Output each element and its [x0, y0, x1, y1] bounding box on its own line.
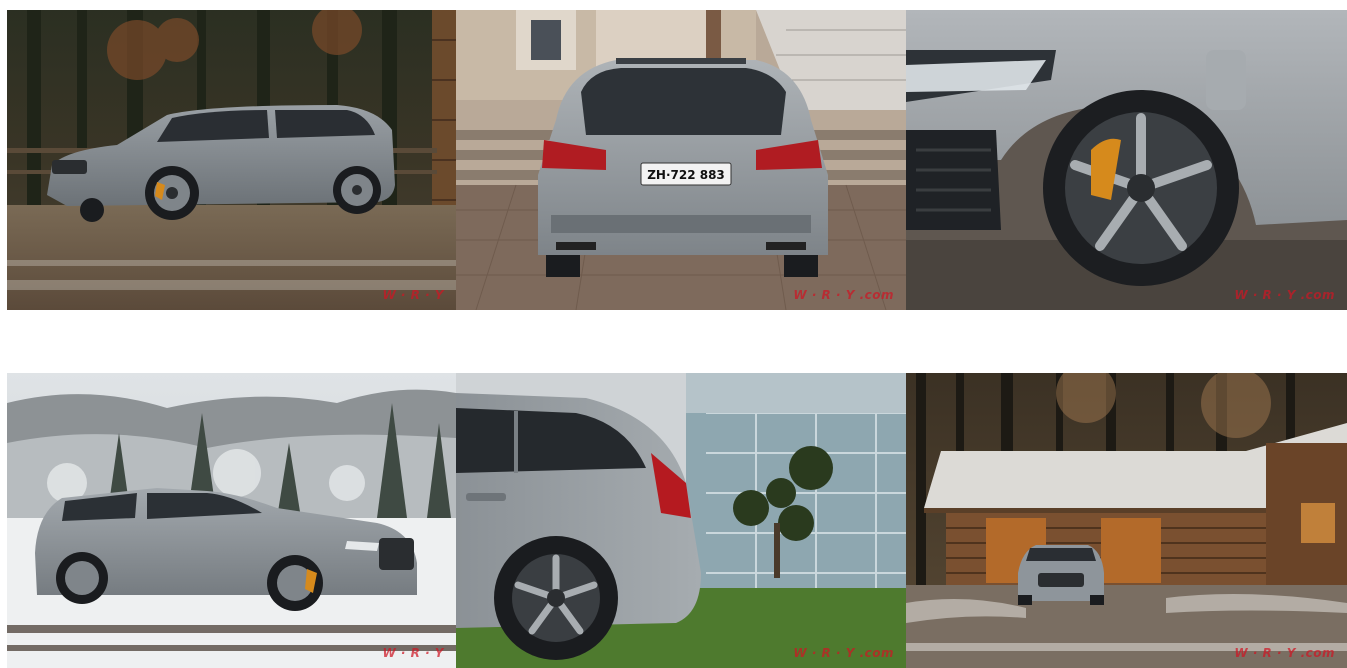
gallery-photo-3[interactable]: W · R · Y .com	[906, 10, 1347, 310]
gallery-photo-1[interactable]: W · R · Y	[7, 10, 456, 310]
gallery-photo-6[interactable]: W · R · Y .com	[906, 373, 1347, 668]
car-photo-glass-building	[456, 373, 906, 668]
license-plate: ZH·722 883	[647, 168, 725, 182]
photo-gallery: W · R · Y ZH·722 883 W · R · Y .com W · …	[0, 0, 1347, 668]
gallery-photo-4[interactable]: W · R · Y	[7, 373, 456, 668]
gallery-photo-5[interactable]: W · R · Y .com	[456, 373, 906, 668]
watermark: W · R · Y .com	[1234, 288, 1335, 302]
car-photo-snow	[7, 373, 456, 668]
car-photo-wheel	[906, 10, 1347, 310]
watermark: W · R · Y .com	[793, 646, 894, 660]
car-photo-forest	[7, 10, 456, 310]
watermark: W · R · Y .com	[1234, 646, 1335, 660]
car-photo-rear: ZH·722 883	[456, 10, 906, 310]
watermark: W · R · Y .com	[793, 288, 894, 302]
gallery-photo-2[interactable]: ZH·722 883 W · R · Y .com	[456, 10, 906, 310]
watermark: W · R · Y	[382, 646, 444, 660]
car-photo-log-cabin	[906, 373, 1347, 668]
watermark: W · R · Y	[382, 288, 444, 302]
